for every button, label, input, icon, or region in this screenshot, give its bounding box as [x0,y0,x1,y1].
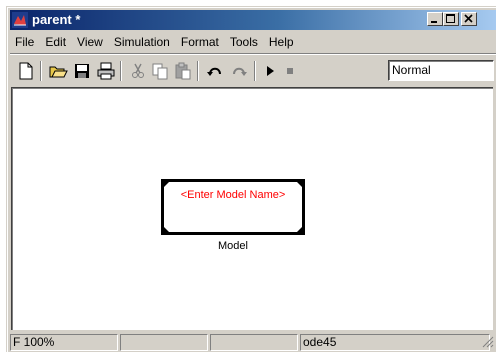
status-cell-empty [120,334,208,351]
block-port-corner [296,226,303,233]
menu-help[interactable]: Help [264,33,300,51]
open-icon[interactable] [48,61,68,81]
redo-icon[interactable] [229,61,249,81]
save-icon[interactable] [72,61,92,81]
simulink-app-icon[interactable] [12,12,28,28]
paste-icon[interactable] [173,61,193,81]
toolbar: Normal [10,53,496,86]
menu-bar: File Edit View Simulation Format Tools H… [10,32,496,52]
stop-icon[interactable] [280,61,300,81]
close-button[interactable] [461,12,477,26]
block-port-corner [163,181,170,188]
toolbar-separator [254,61,256,81]
print-icon[interactable] [96,61,116,81]
maximize-button[interactable] [443,12,459,26]
menu-simulation[interactable]: Simulation [109,33,176,51]
minimize-button[interactable] [427,12,443,26]
menu-file[interactable]: File [10,33,40,51]
new-icon[interactable] [16,61,36,81]
model-block[interactable]: <Enter Model Name> [161,179,305,235]
block-label[interactable]: Model [161,240,305,252]
model-canvas[interactable]: <Enter Model Name> Model [11,87,493,330]
status-cell-empty [210,334,298,351]
model-name-placeholder: <Enter Model Name> [180,189,286,201]
undo-icon[interactable] [205,61,225,81]
status-solver: ode45 [300,334,490,351]
menu-format[interactable]: Format [176,33,225,51]
cut-icon[interactable] [128,61,148,81]
title-bar[interactable]: parent * [10,10,496,30]
copy-icon[interactable] [150,61,170,81]
simulation-mode-select[interactable]: Normal [388,60,494,81]
window-title: parent * [32,12,81,27]
status-zoom: F 100% [10,334,118,351]
toolbar-separator [197,61,199,81]
menu-edit[interactable]: Edit [40,33,72,51]
block-port-corner [163,226,170,233]
menu-tools[interactable]: Tools [225,33,264,51]
simulink-window: parent * File Edit View Simulation Forma… [6,6,496,352]
status-bar: F 100% ode45 [10,332,496,352]
start-icon[interactable] [260,61,280,81]
toolbar-separator [120,61,122,81]
menu-view[interactable]: View [72,33,109,51]
block-port-corner [296,181,303,188]
resize-grip-icon[interactable] [482,336,494,351]
toolbar-separator [40,61,42,81]
